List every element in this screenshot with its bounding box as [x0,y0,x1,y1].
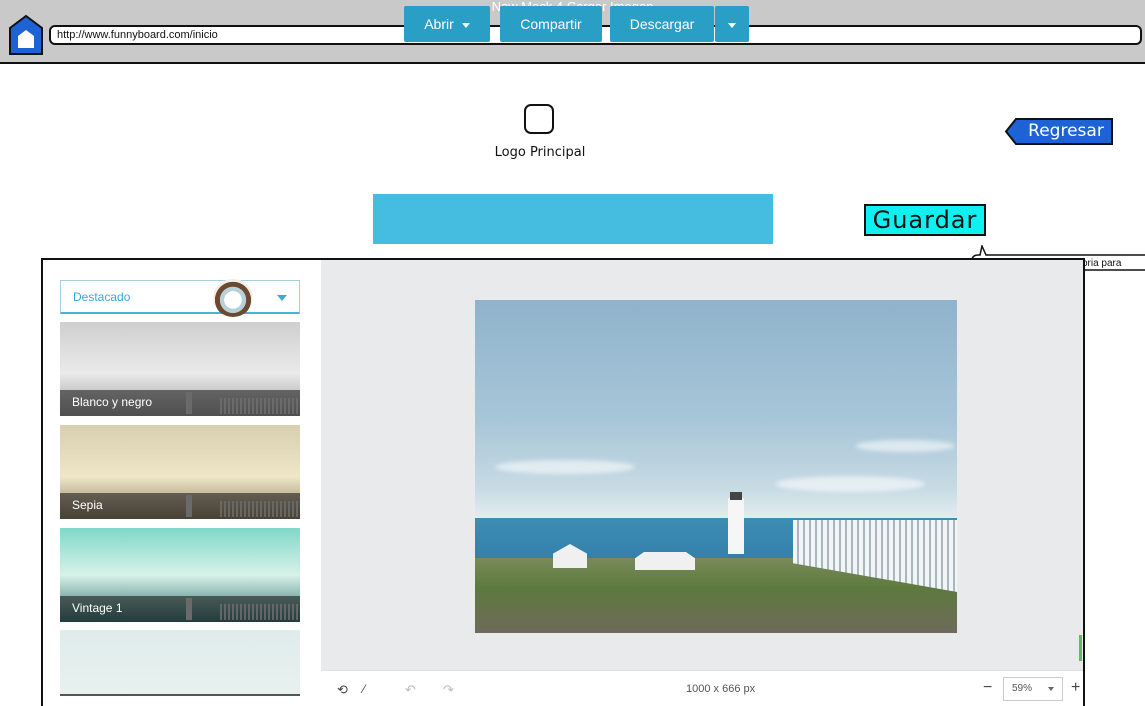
redo-icon[interactable]: ↷ [443,682,454,698]
save-button[interactable]: Guardar [864,204,986,236]
filter-blanco-y-negro[interactable]: Blanco y negro [60,322,300,416]
logo-icon [524,104,554,134]
image-house [635,552,695,570]
image-lighthouse [728,498,744,554]
filter-label: Sepia [72,498,103,512]
image-editor: Destacado Blanco y negro Sepia Vintage 1 [41,258,1085,706]
chevron-down-icon [728,22,736,28]
chevron-down-icon [461,22,470,28]
share-button-label: Compartir [520,16,582,32]
filter-label: Blanco y negro [72,395,153,409]
image-cloud [855,440,955,452]
scrollbar-thumb[interactable] [1079,635,1082,661]
image-cloud [495,460,635,474]
zoom-in-button[interactable]: + [1071,679,1080,697]
share-button[interactable]: Compartir [500,6,602,42]
crop-ratio-icon[interactable]: ⁄ [363,682,365,696]
rotate-icon[interactable]: ⟲ [337,682,348,698]
zoom-value: 59% [1012,683,1033,694]
avatar [213,279,253,317]
undo-icon[interactable]: ↶ [405,682,416,698]
open-button-label: Abrir [424,16,454,32]
main-toolbar [373,194,773,244]
chevron-down-icon [1048,687,1054,691]
home-icon[interactable] [6,14,46,56]
zoom-select[interactable]: 59% [1003,677,1063,701]
filter-label: Vintage 1 [72,601,123,615]
download-dropdown-button[interactable] [715,6,749,42]
editor-bottom-bar: ⟲ ⁄ ↶ ↷ 1000 x 666 px − 59% + [321,670,1083,706]
zoom-out-button[interactable]: − [983,679,992,697]
download-button-label: Descargar [629,16,695,32]
download-button[interactable]: Descargar [610,6,714,42]
category-select[interactable]: Destacado [60,279,300,317]
image-lighthouse-top [730,492,742,500]
open-button[interactable]: Abrir [404,6,490,42]
category-select-value: Destacado [73,290,131,304]
image-dimensions: 1000 x 666 px [686,683,756,695]
back-button[interactable]: Regresar [1018,118,1114,145]
image-cloud [775,476,925,492]
filter-item[interactable] [60,630,300,696]
main-image [475,300,957,633]
filter-vintage-1[interactable]: Vintage 1 [60,528,300,622]
chevron-down-icon [277,295,287,301]
filter-sepia[interactable]: Sepia [60,425,300,519]
logo-label: Logo Principal [494,145,586,160]
